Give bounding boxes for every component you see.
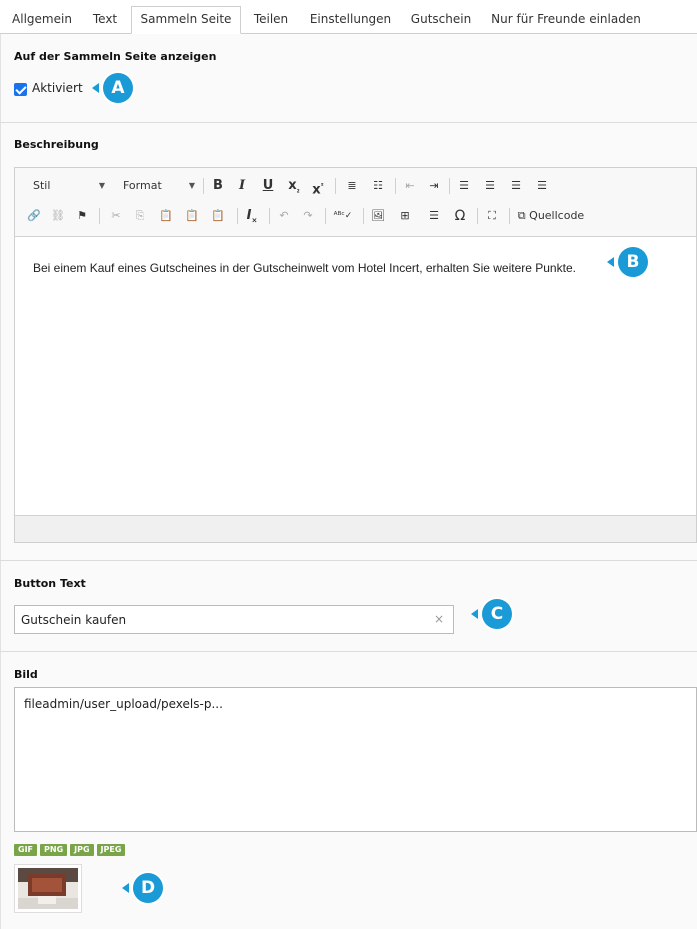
toolbar-separator [395,178,396,194]
format-badge-gif: GIF [14,844,38,856]
aktiviert-checkbox[interactable] [14,83,27,96]
toolbar-separator [335,178,336,194]
toolbar-separator [99,208,100,224]
align-center-icon[interactable]: ☰ [481,176,499,196]
align-justify-icon[interactable]: ☰ [533,176,551,196]
editor-content[interactable]: Bei einem Kauf eines Gutscheines in der … [15,237,696,517]
tab-teilen[interactable]: Teilen [246,7,296,34]
aktiviert-label: Aktiviert [32,81,83,95]
button-text-value: Gutschein kaufen [21,613,127,627]
spellcheck-icon[interactable]: ᴬᴮᶜ✓ [331,206,355,226]
align-right-icon[interactable]: ☰ [507,176,525,196]
source-label: Quellcode [529,209,585,222]
tab-gutschein[interactable]: Gutschein [405,7,477,34]
marker-c-pointer [471,609,478,619]
source-icon: ⧉ [517,209,526,222]
redo-icon[interactable]: ↷ [299,206,317,226]
italic-icon[interactable]: I [233,176,251,196]
format-combo[interactable]: Format ▼ [123,176,195,196]
divider [0,560,697,561]
image-file-list[interactable]: fileadmin/user_upload/pexels-p... [14,687,697,832]
paste-icon[interactable]: 📋 [157,206,175,226]
marker-b: B [618,247,648,277]
toolbar-separator [325,208,326,224]
editor-statusbar [15,515,696,542]
marker-a-pointer [92,83,99,93]
image-icon[interactable]: 🖼 [369,206,387,226]
underline-icon[interactable]: U [259,176,277,196]
maximize-icon[interactable]: ⛶ [483,206,501,226]
format-badge-png: PNG [40,844,68,856]
format-combo-label: Format [123,179,162,192]
toolbar-separator [363,208,364,224]
image-file-path: fileadmin/user_upload/pexels-p... [24,697,223,711]
align-left-icon[interactable]: ☰ [455,176,473,196]
toolbar-separator [203,178,204,194]
divider [0,651,697,652]
tab-sammeln-seite[interactable]: Sammeln Seite [131,6,241,34]
marker-c: C [482,599,512,629]
horizontal-line-icon[interactable]: ☰ [425,206,443,226]
source-button[interactable]: ⧉ Quellcode [515,206,587,226]
button-text-input[interactable]: Gutschein kaufen × [14,605,454,634]
tab-einstellungen[interactable]: Einstellungen [303,7,398,34]
tab-allgemein[interactable]: Allgemein [6,7,78,34]
cut-icon[interactable]: ✂ [107,206,125,226]
chevron-down-icon: ▼ [98,181,105,190]
marker-d: D [133,873,163,903]
tab-nur-fuer-freunde[interactable]: Nur für Freunde einladen [486,7,646,34]
anchor-flag-icon[interactable]: ⚑ [73,206,91,226]
toolbar-separator [237,208,238,224]
format-badge-jpeg: JPEG [96,844,126,856]
paste-word-icon[interactable]: 📋 [209,206,227,226]
thumbnail-image [18,868,78,909]
show-section-title: Auf der Sammeln Seite anzeigen [14,50,217,63]
undo-icon[interactable]: ↶ [275,206,293,226]
marker-d-pointer [122,883,129,893]
superscript-icon[interactable]: x² [309,176,327,197]
allowed-formats: GIF PNG JPG JPEG [14,841,128,856]
format-badge-jpg: JPG [70,844,94,856]
description-title: Beschreibung [14,138,99,151]
rich-text-editor: Stil ▼ Format ▼ B I U x₂ x² ≣ ☷ ⇤ ⇥ ☰ ☰ … [14,167,697,543]
toolbar-separator [449,178,450,194]
editor-toolbar: Stil ▼ Format ▼ B I U x₂ x² ≣ ☷ ⇤ ⇥ ☰ ☰ … [15,168,696,237]
outdent-icon[interactable]: ⇤ [401,176,419,196]
bullet-list-icon[interactable]: ☷ [369,176,387,196]
divider [0,122,697,123]
image-thumbnail[interactable] [14,864,82,913]
paste-text-icon[interactable]: 📋 [183,206,201,226]
remove-format-icon[interactable]: I× [243,206,261,226]
marker-a: A [103,73,133,103]
button-text-title: Button Text [14,577,86,590]
style-combo[interactable]: Stil ▼ [33,176,105,196]
image-title: Bild [14,668,38,681]
marker-b-pointer [607,257,614,267]
special-char-icon[interactable]: Ω [451,206,469,226]
table-icon[interactable]: ⊞ [393,206,417,226]
thumbnail-graphic [18,868,78,909]
chevron-down-icon: ▼ [188,181,195,190]
toolbar-separator [509,208,510,224]
toolbar-separator [477,208,478,224]
tab-text[interactable]: Text [84,7,126,34]
tab-bar: Allgemein Text Sammeln Seite Teilen Eins… [0,0,697,34]
subscript-icon[interactable]: x₂ [285,176,303,196]
toolbar-separator [269,208,270,224]
bold-icon[interactable]: B [209,176,227,196]
indent-icon[interactable]: ⇥ [425,176,443,196]
numbered-list-icon[interactable]: ≣ [343,176,361,196]
link-icon[interactable]: 🔗 [25,206,43,226]
clear-icon[interactable]: × [434,612,444,626]
editor-text: Bei einem Kauf eines Gutscheines in der … [33,261,576,275]
unlink-icon[interactable]: ⛓ [49,206,67,226]
style-combo-label: Stil [33,179,51,192]
copy-icon[interactable]: ⎘ [131,206,149,226]
